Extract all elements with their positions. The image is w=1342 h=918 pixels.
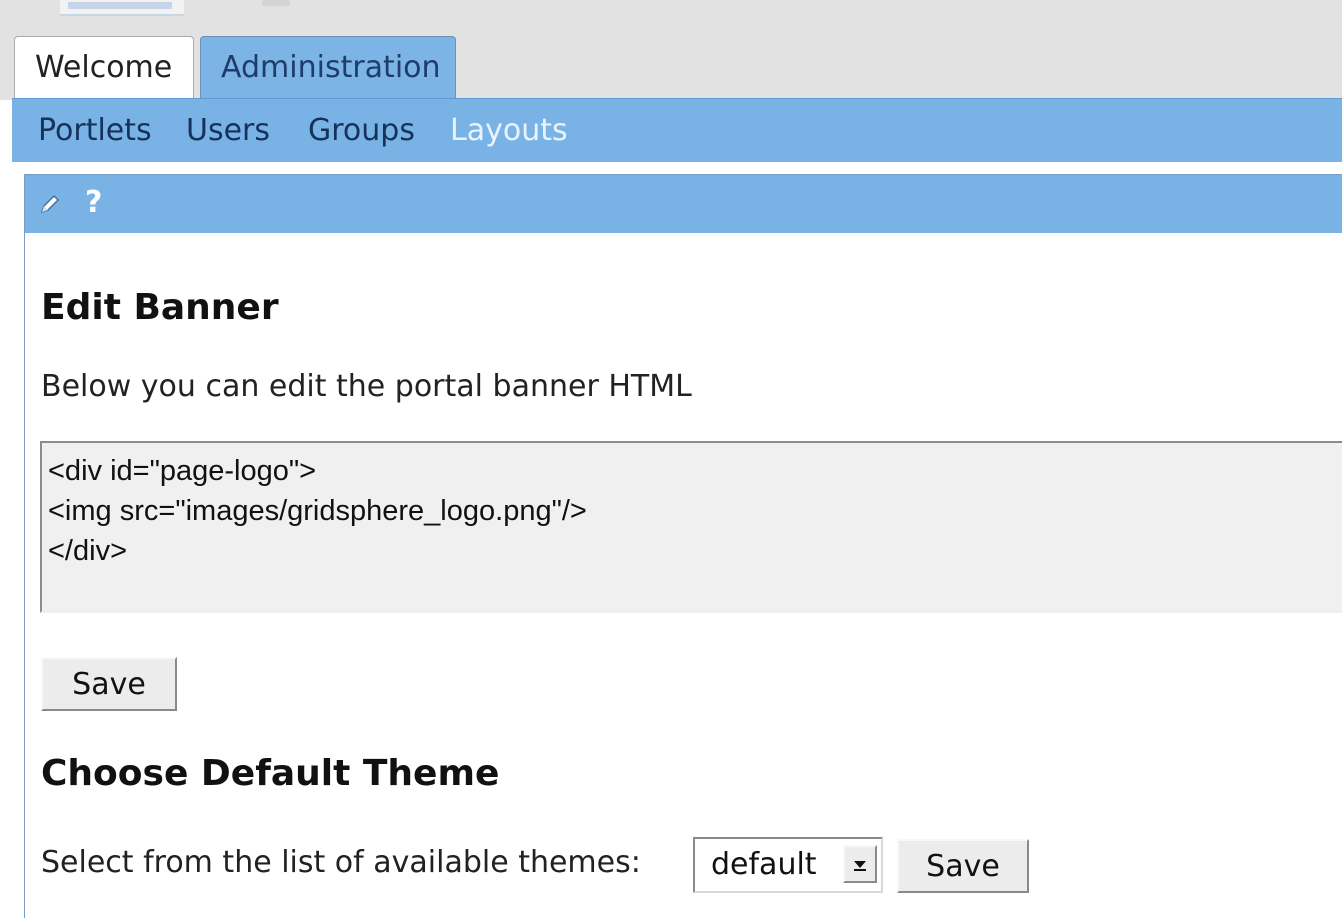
subnav-item-layouts[interactable]: Layouts bbox=[450, 99, 568, 163]
theme-select[interactable]: default bbox=[693, 837, 883, 893]
pencil-icon[interactable] bbox=[39, 193, 61, 215]
portal-page: Welcome Administration Portlets Users Gr… bbox=[0, 0, 1342, 918]
choose-theme-heading: Choose Default Theme bbox=[41, 753, 500, 794]
admin-subnav: Portlets Users Groups Layouts bbox=[12, 98, 1342, 162]
edit-banner-description: Below you can edit the portal banner HTM… bbox=[41, 369, 692, 404]
subnav-item-users[interactable]: Users bbox=[186, 99, 270, 163]
tab-welcome[interactable]: Welcome bbox=[14, 36, 194, 98]
portal-logo bbox=[60, 0, 184, 16]
banner-html-textarea[interactable] bbox=[40, 441, 1342, 613]
portlet-toolbar: ? bbox=[25, 175, 1342, 233]
theme-select-value: default bbox=[711, 847, 817, 882]
choose-theme-description: Select from the list of available themes… bbox=[41, 845, 641, 880]
save-banner-button[interactable]: Save bbox=[41, 657, 177, 711]
header-decoration bbox=[262, 0, 290, 6]
subnav-item-portlets[interactable]: Portlets bbox=[38, 99, 152, 163]
subnav-item-groups[interactable]: Groups bbox=[308, 99, 415, 163]
tab-administration[interactable]: Administration bbox=[200, 36, 456, 98]
layouts-portlet: ? Edit Banner Below you can edit the por… bbox=[24, 174, 1342, 918]
chevron-down-icon[interactable] bbox=[843, 845, 877, 883]
edit-banner-heading: Edit Banner bbox=[41, 287, 279, 328]
save-theme-button[interactable]: Save bbox=[897, 839, 1029, 893]
help-icon[interactable]: ? bbox=[85, 183, 102, 223]
